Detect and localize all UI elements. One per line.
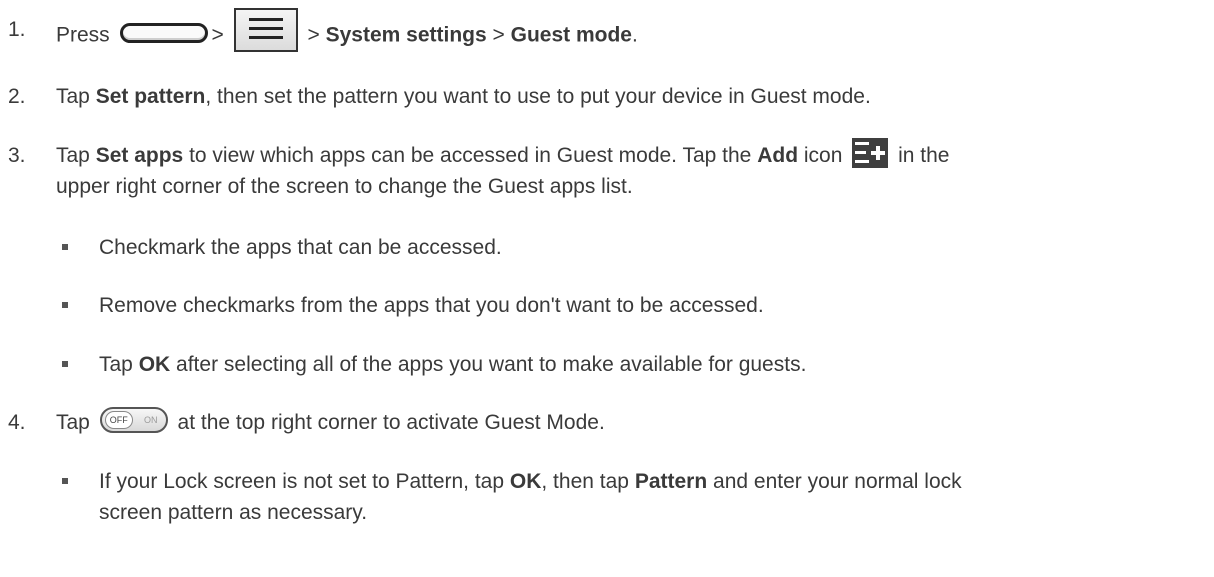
set-pattern-label: Set pattern <box>95 85 206 108</box>
add-label: Add <box>757 144 799 167</box>
step-text: Press > > System settings > Guest mode. <box>56 8 1196 58</box>
step-text: Tap Set apps to view which apps can be a… <box>56 138 1196 202</box>
step-number: 4. <box>8 411 26 434</box>
menu-key-icon <box>233 8 298 52</box>
add-icon <box>852 138 889 169</box>
set-apps-label: Set apps <box>95 144 184 167</box>
bullet-4-line2: screen pattern as necessary. <box>99 501 368 524</box>
bullet-3-rest: after selecting all of the apps you want… <box>176 353 807 376</box>
period: . <box>631 23 638 47</box>
step-3-tap: Tap <box>56 144 90 167</box>
step-2-rest: , then set the pattern you want to use t… <box>205 85 871 108</box>
separator: > <box>492 23 505 47</box>
bullet-text: If your Lock screen is not set to Patter… <box>99 466 1189 528</box>
bullet-4-mid: , then tap <box>541 470 629 493</box>
step-2-tap: Tap <box>56 85 90 108</box>
bullet-3-tap: Tap <box>99 353 133 376</box>
ok-label: OK <box>138 353 171 376</box>
step-3-icon-word: icon <box>803 144 843 167</box>
ok-label: OK <box>509 470 542 493</box>
separator: > <box>307 23 320 47</box>
toggle-on-label: ON <box>143 415 158 426</box>
bullet-4-pre: If your Lock screen is not set to Patter… <box>99 470 505 493</box>
bullet-text: Remove checkmarks from the apps that you… <box>99 294 764 317</box>
step-3-mid: to view which apps can be accessed in Gu… <box>189 144 752 167</box>
step-3-rest-line1: in the <box>898 144 950 167</box>
instruction-page: 1. Press > > System settings > Guest mod… <box>0 0 1214 577</box>
step-3-line2: upper right corner of the screen to chan… <box>56 175 633 199</box>
step-number: 2. <box>8 85 26 108</box>
step-text: Tap OFF ON at the top right corner to ac… <box>56 407 1196 438</box>
system-settings-label: System settings <box>325 23 487 47</box>
separator: > <box>211 23 224 47</box>
toggle-switch-icon: OFF ON <box>99 407 168 434</box>
step-1-press: Press <box>56 23 110 47</box>
bullet-text: Tap OK after selecting all of the apps y… <box>99 349 1189 380</box>
home-key-icon <box>119 23 208 43</box>
bullet-marker <box>62 478 68 484</box>
step-text: Tap Set pattern, then set the pattern yo… <box>56 81 1196 112</box>
bullet-text: Checkmark the apps that can be accessed. <box>99 236 502 259</box>
step-4-tap: Tap <box>56 411 90 434</box>
step-4-rest: at the top right corner to activate Gues… <box>177 411 605 434</box>
guest-mode-label: Guest mode <box>510 23 632 47</box>
toggle-off-label: OFF <box>104 411 133 430</box>
bullet-4-rest-line1: and enter your normal lock <box>713 470 962 493</box>
bullet-marker <box>62 302 68 308</box>
bullet-marker <box>62 361 68 367</box>
step-number: 1. <box>8 18 26 41</box>
step-number: 3. <box>8 144 26 167</box>
bullet-marker <box>62 244 68 250</box>
pattern-label: Pattern <box>634 470 708 493</box>
